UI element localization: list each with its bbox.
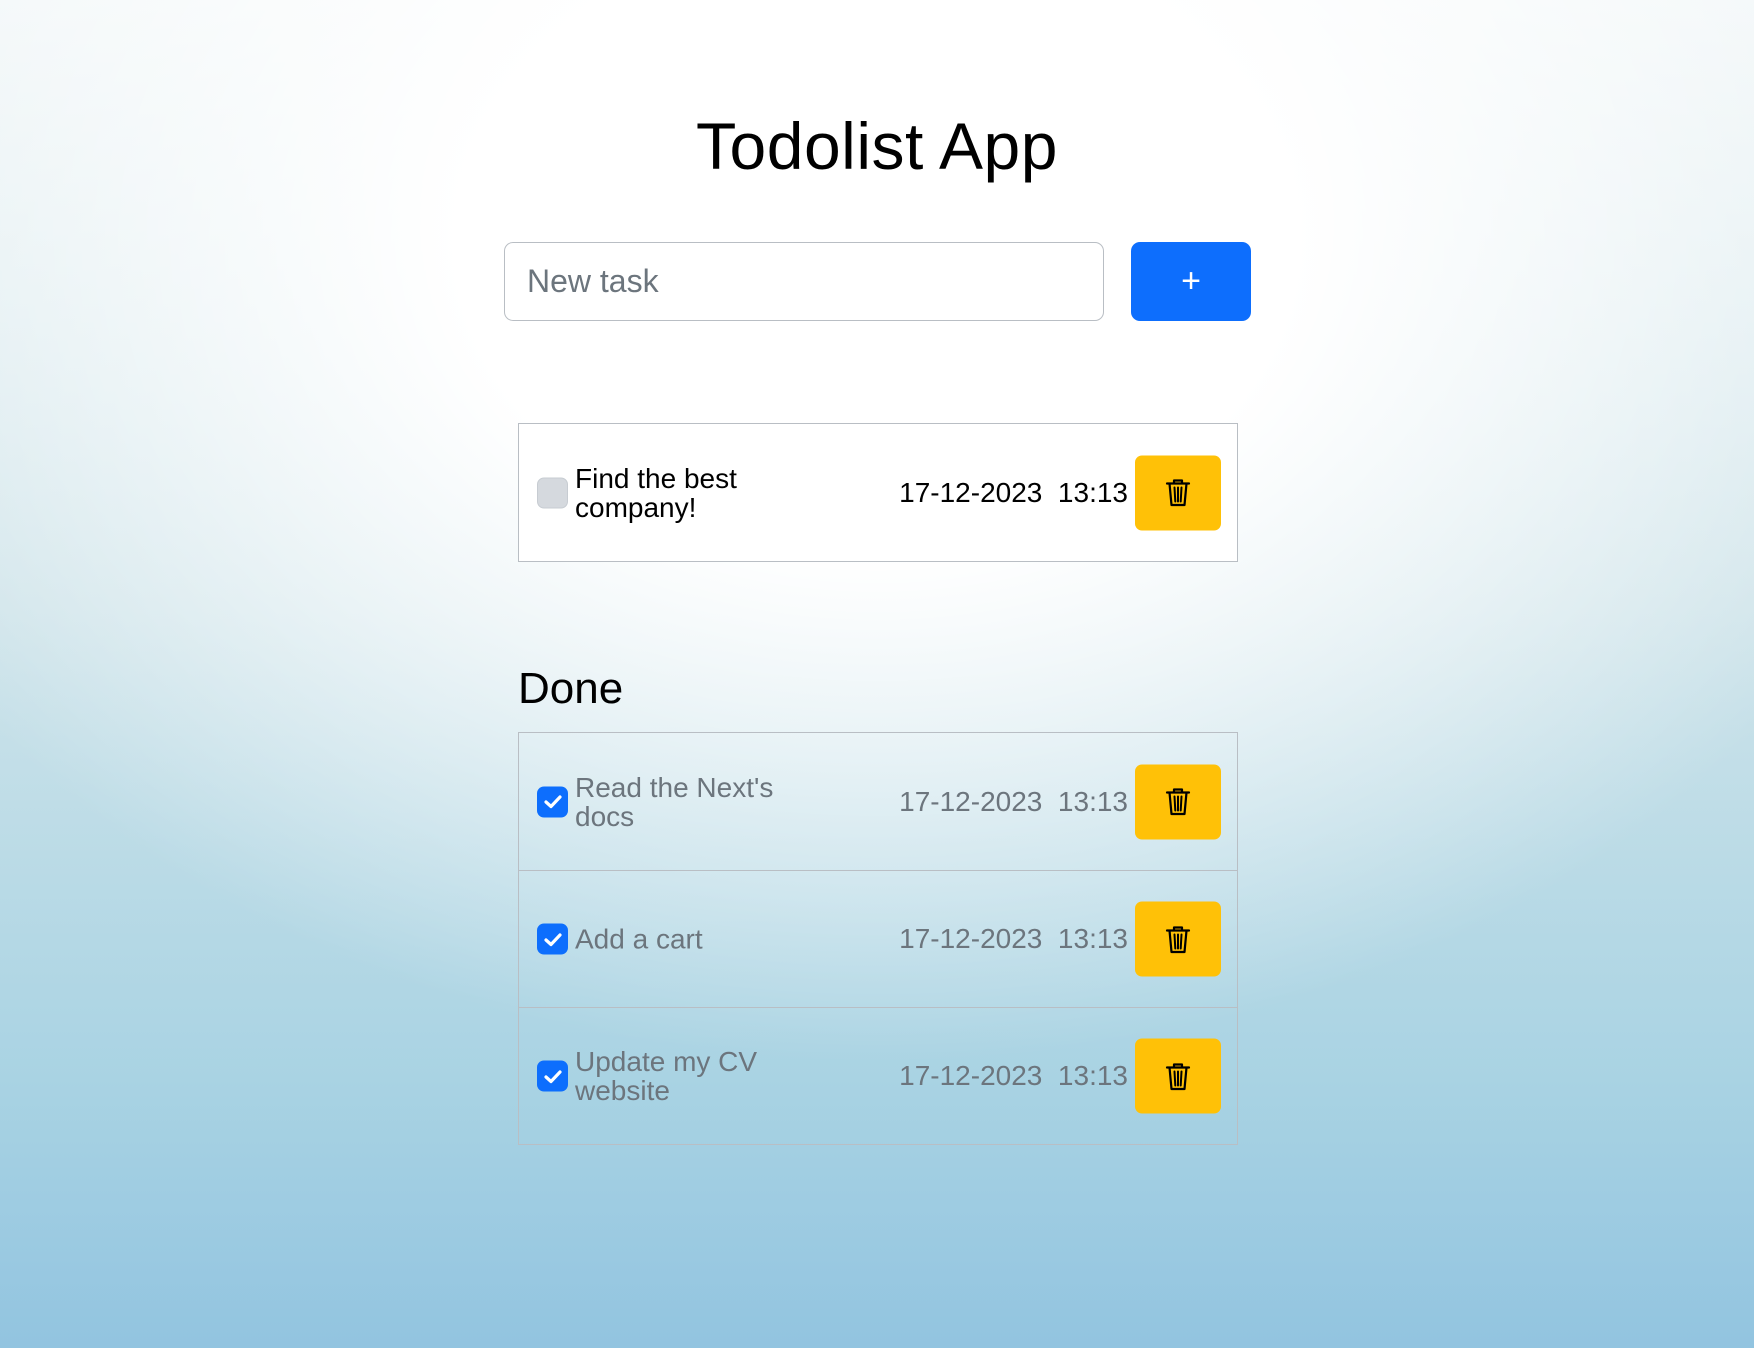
task-timestamp: 17-12-2023 13:13 <box>899 786 1128 818</box>
new-task-input[interactable] <box>504 242 1104 321</box>
pending-task-list: Find the best company! 17-12-2023 13:13 <box>518 423 1238 562</box>
task-row: Update my CV website 17-12-2023 13:13 <box>519 1007 1237 1144</box>
task-label: Update my CV website <box>575 1046 758 1106</box>
add-task-button[interactable]: + <box>1131 242 1251 321</box>
task-timestamp: 17-12-2023 13:13 <box>899 923 1128 955</box>
task-checkbox[interactable] <box>537 786 568 817</box>
task-label: Add a cart <box>575 923 703 955</box>
delete-task-button[interactable] <box>1135 1038 1221 1114</box>
task-date: 17-12-2023 <box>899 785 1043 817</box>
task-checkbox[interactable] <box>537 923 568 955</box>
trash-icon <box>1165 788 1191 816</box>
delete-task-button[interactable] <box>1135 764 1221 839</box>
task-row: Read the Next's docs 17-12-2023 13:13 <box>519 733 1237 870</box>
task-timestamp: 17-12-2023 13:13 <box>899 477 1128 509</box>
task-row: Add a cart 17-12-2023 13:13 <box>519 870 1237 1007</box>
done-section-heading: Done <box>518 664 624 713</box>
task-time: 13:13 <box>1057 476 1128 508</box>
task-timestamp: 17-12-2023 13:13 <box>899 1060 1128 1092</box>
check-icon <box>543 1069 562 1083</box>
delete-task-button[interactable] <box>1135 901 1221 977</box>
task-time: 13:13 <box>1057 785 1128 817</box>
task-label: Find the best company! <box>575 462 737 523</box>
done-task-list: Read the Next's docs 17-12-2023 13:13 Ad… <box>518 732 1238 1145</box>
trash-icon <box>1165 925 1191 953</box>
task-checkbox[interactable] <box>537 1060 568 1092</box>
check-icon <box>543 932 562 946</box>
task-date: 17-12-2023 <box>899 923 1043 954</box>
task-row: Find the best company! 17-12-2023 13:13 <box>519 424 1237 561</box>
task-time: 13:13 <box>1057 923 1128 954</box>
task-label: Read the Next's docs <box>575 771 774 832</box>
task-date: 17-12-2023 <box>899 1060 1043 1091</box>
delete-task-button[interactable] <box>1135 455 1221 530</box>
trash-icon <box>1165 479 1191 507</box>
trash-icon <box>1165 1062 1191 1090</box>
check-icon <box>543 795 562 809</box>
task-time: 13:13 <box>1057 1060 1128 1091</box>
task-checkbox[interactable] <box>537 477 568 508</box>
task-date: 17-12-2023 <box>899 476 1043 508</box>
page-title: Todolist App <box>696 109 1058 183</box>
